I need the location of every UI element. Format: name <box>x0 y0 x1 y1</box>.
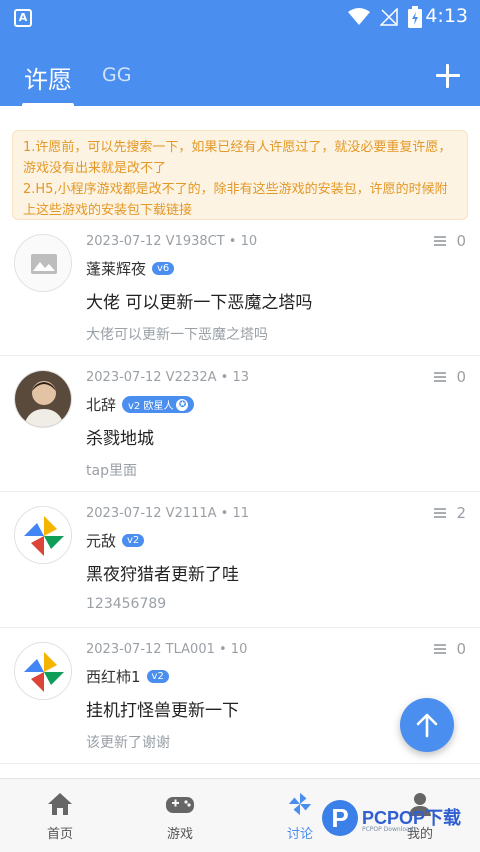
post-meta: 2023-07-12 TLA001 • 10 <box>86 642 248 657</box>
pinwheel-icon <box>288 792 312 816</box>
wifi-icon <box>348 8 370 25</box>
level-badge: v2 欧星人 ✪ <box>122 396 195 413</box>
tab-wish[interactable]: 许愿 <box>22 60 74 107</box>
pinwheel-icon <box>15 507 71 563</box>
post-body: 大佬可以更新一下恶魔之塔吗 <box>86 327 268 343</box>
notice-banner: 1.许愿前，可以先搜索一下，如果已经有人许愿过了，就没必要重复许愿，游戏没有出来… <box>12 130 468 220</box>
watermark-subtext: PCPOP Download <box>362 826 414 833</box>
post-body: 该更新了谢谢 <box>86 735 170 751</box>
level-badge: v2 <box>122 534 145 547</box>
comment-lines-icon <box>434 643 447 655</box>
scroll-top-button[interactable] <box>400 698 454 752</box>
comment-lines-icon <box>434 507 447 519</box>
battery-charging-icon <box>408 6 422 28</box>
user-photo <box>15 371 71 427</box>
tab-gg[interactable]: GG <box>102 64 131 86</box>
star-icon: ✪ <box>176 398 189 411</box>
reply-count: 2 <box>434 504 466 522</box>
pinwheel-icon <box>15 643 71 699</box>
username[interactable]: 西红柿1 <box>86 666 141 687</box>
top-app-bar: 许愿 GG <box>0 36 480 107</box>
watermark-logo: P <box>322 800 358 836</box>
post-item[interactable]: 2023-07-12 V1938CT • 10 0 蓬莱辉夜 v6 大佬 可以更… <box>0 220 480 356</box>
level-badge: v6 <box>152 262 175 275</box>
gamepad-icon <box>166 797 194 813</box>
user-row: 元敌 v2 <box>86 530 145 551</box>
comment-lines-icon <box>434 371 447 383</box>
notice-line-1: 1.许愿前，可以先搜索一下，如果已经有人许愿过了，就没必要重复许愿，游戏没有出来… <box>23 140 452 176</box>
no-signal-icon <box>380 8 398 26</box>
post-item[interactable]: 2023-07-12 V2232A • 13 0 北辞 v2 欧星人 ✪ 杀戮地… <box>0 356 480 492</box>
wish-list[interactable]: 1.许愿前，可以先搜索一下，如果已经有人许愿过了，就没必要重复许愿，游戏没有出来… <box>0 106 480 778</box>
avatar[interactable] <box>14 370 72 428</box>
app-notification-icon: A <box>14 9 32 27</box>
user-row: 蓬莱辉夜 v6 <box>86 258 175 279</box>
plus-icon[interactable] <box>436 64 460 88</box>
comment-lines-icon <box>434 235 447 247</box>
reply-count-value: 0 <box>456 640 466 658</box>
post-item[interactable]: 2023-07-12 V2111A • 11 2 元敌 v2 黑夜狩猎者更新了哇… <box>0 492 480 628</box>
post-meta: 2023-07-12 V1938CT • 10 <box>86 234 258 249</box>
reply-count-value: 0 <box>456 232 466 250</box>
username[interactable]: 元敌 <box>86 530 116 551</box>
reply-count-value: 2 <box>456 504 466 522</box>
nav-home[interactable]: 首页 <box>20 791 100 842</box>
arrow-up-icon <box>416 713 438 738</box>
reply-count: 0 <box>434 232 466 250</box>
reply-count-value: 0 <box>456 368 466 386</box>
user-row: 西红柿1 v2 <box>86 666 169 687</box>
level-badge: v2 <box>146 670 169 683</box>
level-badge-label: v2 欧星人 <box>128 401 174 412</box>
post-body: 123456789 <box>86 596 167 612</box>
post-title: 挂机打怪兽更新一下 <box>86 701 239 721</box>
post-title: 杀戮地城 <box>86 429 154 449</box>
watermark: P PCPOP下载 PCPOP Download <box>322 800 472 840</box>
post-meta: 2023-07-12 V2111A • 11 <box>86 506 250 521</box>
avatar[interactable] <box>14 642 72 700</box>
post-meta: 2023-07-12 V2232A • 13 <box>86 370 250 385</box>
reply-count: 0 <box>434 640 466 658</box>
post-body: tap里面 <box>86 463 137 479</box>
user-row: 北辞 v2 欧星人 ✪ <box>86 394 195 415</box>
username[interactable]: 蓬莱辉夜 <box>86 258 146 279</box>
notice-line-2: 2.H5,小程序游戏都是改不了的，除非有这些游戏的安装包，许愿的时候附上这些游戏… <box>23 182 448 218</box>
avatar[interactable] <box>14 234 72 292</box>
post-title: 大佬 可以更新一下恶魔之塔吗 <box>86 293 313 313</box>
image-placeholder-icon <box>15 235 71 291</box>
nav-home-label: 首页 <box>46 827 73 842</box>
nav-discuss-label: 讨论 <box>286 827 313 842</box>
reply-count: 0 <box>434 368 466 386</box>
home-icon <box>48 793 72 815</box>
status-bar: A 4:13 <box>0 0 480 36</box>
post-title: 黑夜狩猎者更新了哇 <box>86 565 239 585</box>
nav-games-label: 游戏 <box>166 827 193 842</box>
avatar[interactable] <box>14 506 72 564</box>
username[interactable]: 北辞 <box>86 394 116 415</box>
nav-games[interactable]: 游戏 <box>140 791 220 842</box>
clock: 4:13 <box>425 5 468 27</box>
